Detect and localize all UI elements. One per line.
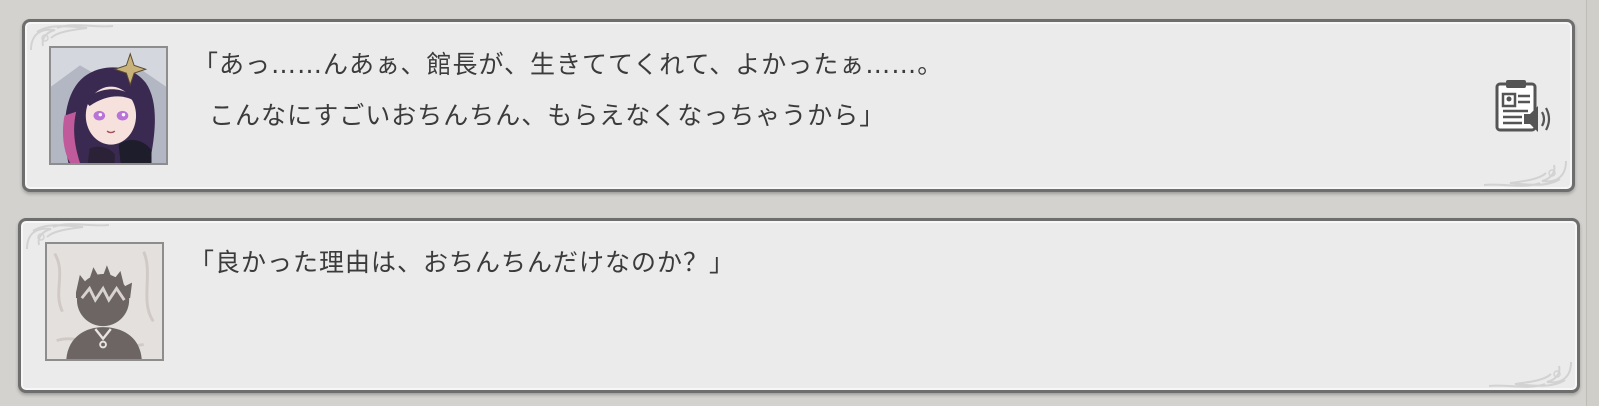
speaker-avatar: [45, 242, 164, 361]
corner-ornament: [1485, 358, 1575, 388]
backlog-list[interactable]: 「あっ……んあぁ、館長が、生きててくれて、よかったぁ……。 こんなにすごいおちん…: [0, 0, 1599, 406]
voice-replay-button[interactable]: [1494, 78, 1554, 134]
dialogue-line: 「良かった理由は、おちんちんだけなのか？」: [189, 248, 736, 277]
speaker-avatar: [49, 46, 168, 165]
log-entry: 「良かった理由は、おちんちんだけなのか？」: [18, 218, 1580, 393]
scrollbar[interactable]: [1586, 0, 1599, 406]
dialogue-line: こんなにすごいおちんちん、もらえなくなっちゃうから」: [209, 101, 886, 130]
dialogue-line: 「あっ……んあぁ、館長が、生きててくれて、よかったぁ……。: [193, 50, 944, 79]
heroine-portrait-icon: [51, 48, 166, 163]
voice-replay-icon: [1495, 80, 1551, 132]
log-entry: 「あっ……んあぁ、館長が、生きててくれて、よかったぁ……。 こんなにすごいおちん…: [22, 19, 1575, 192]
player-silhouette-icon: [47, 244, 162, 359]
corner-ornament: [1480, 157, 1570, 187]
